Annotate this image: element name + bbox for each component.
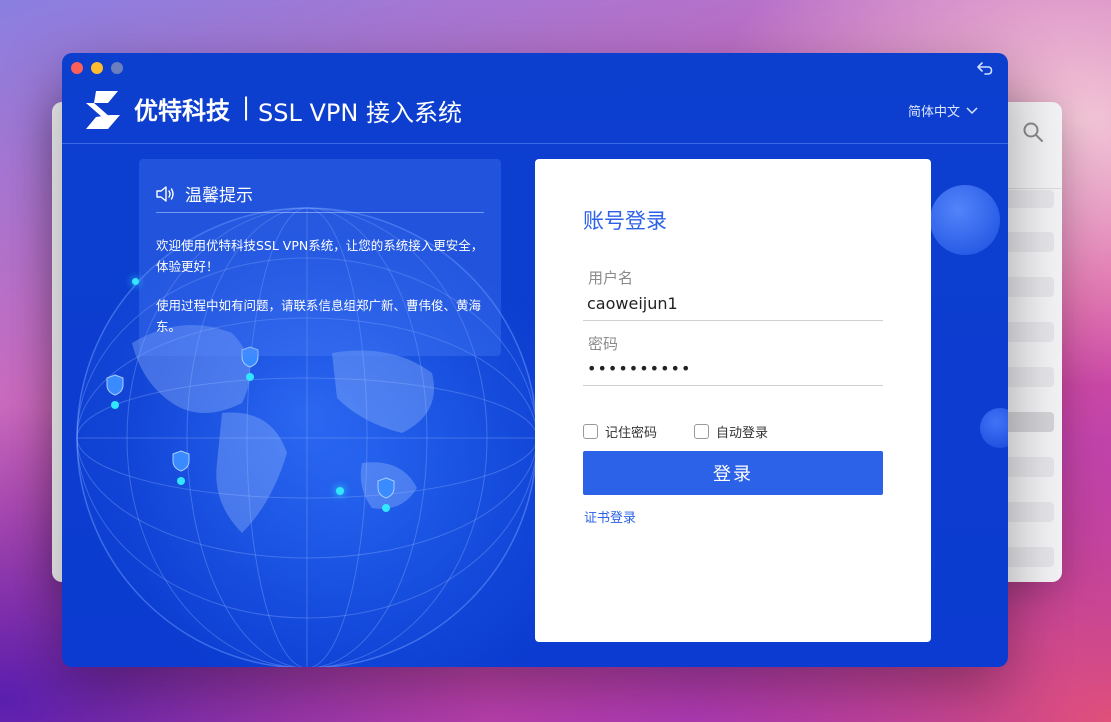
- vpn-login-window: 优特科技 | SSL VPN 接入系统 简体中文 温馨提示 欢迎使用优特科技SS…: [62, 53, 1008, 667]
- decorative-bubble: [980, 408, 1008, 448]
- background-row: [1006, 457, 1054, 477]
- location-shield-icon: [172, 450, 190, 485]
- certificate-login-link[interactable]: 证书登录: [584, 507, 636, 526]
- background-row: [1006, 190, 1054, 208]
- location-dot: [132, 278, 139, 285]
- tip-header: 温馨提示: [155, 181, 253, 206]
- background-row: [1006, 232, 1054, 252]
- tip-title: 温馨提示: [185, 186, 253, 206]
- language-label: 简体中文: [907, 105, 960, 120]
- location-shield-icon: [106, 374, 124, 409]
- app-header: 优特科技 | SSL VPN 接入系统 简体中文: [62, 53, 1008, 144]
- background-row-selected: [1006, 412, 1054, 432]
- brand-name: 优特科技: [134, 97, 230, 125]
- location-shield-icon: [377, 477, 395, 512]
- title-separator: |: [242, 93, 251, 121]
- tip-panel: 温馨提示 欢迎使用优特科技SSL VPN系统，让您的系统接入更安全，体验更好！ …: [139, 159, 501, 356]
- checkbox-box[interactable]: [583, 424, 598, 439]
- search-icon[interactable]: [1022, 121, 1044, 143]
- auto-login-checkbox[interactable]: 自动登录: [694, 422, 768, 441]
- language-selector[interactable]: 简体中文: [908, 101, 978, 120]
- tip-paragraph-contact: 使用过程中如有问题，请联系信息组郑广新、曹伟俊、黄海东。: [156, 298, 482, 334]
- remember-password-label: 记住密码: [605, 426, 658, 441]
- background-row: [1006, 322, 1054, 342]
- background-divider: [1006, 188, 1062, 189]
- password-label: 密码: [588, 335, 619, 353]
- login-card: 账号登录 用户名 密码 •••••••••• 记住密码 自动登录 登录 证书登录: [535, 159, 931, 642]
- login-button[interactable]: 登录: [583, 451, 883, 495]
- password-input[interactable]: ••••••••••: [587, 359, 877, 378]
- username-underline: [583, 320, 883, 321]
- decorative-bubble: [930, 185, 1000, 255]
- username-label: 用户名: [588, 269, 634, 287]
- chevron-down-icon: [966, 106, 978, 114]
- password-underline: [583, 385, 883, 386]
- checkbox-box[interactable]: [694, 424, 709, 439]
- speaker-icon: [156, 185, 174, 202]
- background-row: [1006, 502, 1054, 522]
- location-dot: [336, 487, 344, 495]
- username-input[interactable]: [587, 294, 877, 313]
- remember-password-checkbox[interactable]: 记住密码: [583, 422, 657, 441]
- tip-divider: [156, 212, 484, 213]
- login-title: 账号登录: [583, 209, 667, 233]
- system-name: SSL VPN 接入系统: [258, 99, 462, 127]
- background-list: [1006, 190, 1054, 592]
- background-row: [1006, 367, 1054, 387]
- background-row: [1006, 547, 1054, 567]
- tip-paragraph-welcome: 欢迎使用优特科技SSL VPN系统，让您的系统接入更安全，体验更好！: [156, 238, 484, 274]
- brand-s-logo: [86, 91, 120, 129]
- background-row: [1006, 277, 1054, 297]
- auto-login-label: 自动登录: [716, 426, 769, 441]
